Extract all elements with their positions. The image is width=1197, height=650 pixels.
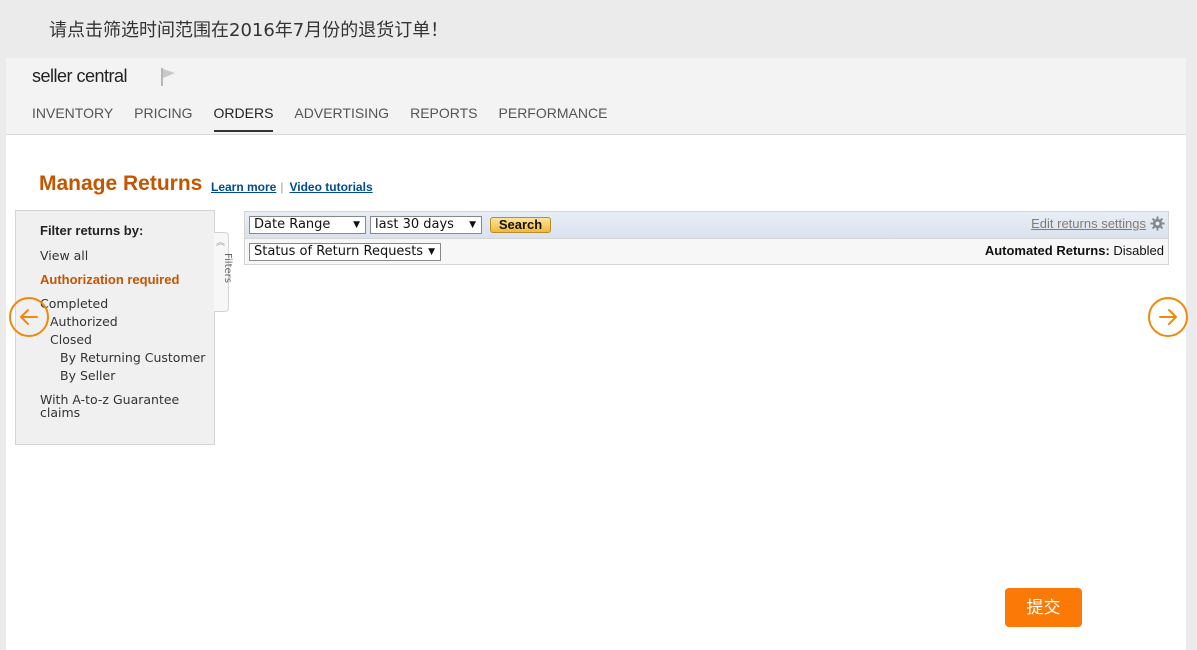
nav-performance[interactable]: PERFORMANCE — [499, 105, 608, 132]
sidebar-header: Filter returns by: — [40, 223, 144, 238]
filters-toggle-tab[interactable]: ︽ Filters — [214, 232, 233, 312]
seller-central-logo: seller central — [32, 66, 128, 86]
date-range-value: Date Range — [254, 217, 331, 232]
filter-row-date: Date Range ▼ last 30 days ▼ Search Edit … — [245, 212, 1168, 239]
learn-more-link[interactable]: Learn more — [211, 180, 276, 194]
chevron-double-up-icon: ︽ — [216, 238, 226, 248]
filter-by-seller[interactable]: By Seller — [60, 368, 115, 383]
nav-orders[interactable]: ORDERS — [213, 105, 274, 132]
arrow-left-icon — [20, 309, 38, 325]
dropdown-arrow-icon: ▼ — [353, 220, 360, 230]
return-status-select[interactable]: Status of Return Requests ▼ — [249, 243, 441, 261]
filter-closed[interactable]: Closed — [50, 332, 92, 347]
automated-returns-status: Automated Returns: Disabled — [985, 243, 1164, 258]
filter-view-all[interactable]: View all — [40, 248, 88, 263]
return-status-value: Status of Return Requests — [254, 244, 424, 259]
gear-icon[interactable] — [1150, 216, 1165, 231]
filter-atoz-line2: claims — [40, 405, 81, 420]
filters-tab-label: Filters — [222, 253, 233, 283]
search-button[interactable]: Search — [490, 217, 551, 233]
arrow-right-icon — [1159, 309, 1177, 325]
filter-atoz-claims[interactable]: With A-to-z Guarantee claims — [40, 392, 179, 420]
date-range-select[interactable]: Date Range ▼ — [249, 216, 366, 234]
filter-authorized[interactable]: Authorized — [50, 314, 118, 329]
filter-panel: Date Range ▼ last 30 days ▼ Search Edit … — [244, 211, 1169, 265]
nav-advertising[interactable]: ADVERTISING — [294, 105, 389, 132]
top-bar: seller central INVENTORY PRICING ORDERS … — [6, 58, 1186, 135]
page-title: Manage Returns — [39, 172, 203, 195]
video-tutorials-link[interactable]: Video tutorials — [289, 180, 372, 194]
period-value: last 30 days — [375, 217, 454, 232]
filter-completed[interactable]: Completed — [40, 296, 108, 311]
next-arrow-button[interactable] — [1148, 297, 1188, 337]
edit-returns-settings-link[interactable]: Edit returns settings — [1031, 216, 1146, 231]
automated-returns-label: Automated Returns: — [984, 243, 1110, 258]
main-nav: INVENTORY PRICING ORDERS ADVERTISING REP… — [32, 105, 628, 132]
flag-icon[interactable] — [159, 67, 177, 87]
link-separator: | — [280, 180, 284, 194]
filter-authorization-required[interactable]: Authorization required — [40, 272, 179, 287]
submit-button[interactable]: 提交 — [1005, 588, 1082, 627]
title-links: Learn more | Video tutorials — [211, 180, 373, 194]
task-instruction: 请点击筛选时间范围在2016年7月份的退货订单！ — [49, 20, 449, 41]
filter-by-returning-customer[interactable]: By Returning Customer — [60, 350, 205, 365]
nav-pricing[interactable]: PRICING — [134, 105, 192, 132]
dropdown-arrow-icon: ▼ — [469, 220, 476, 230]
nav-reports[interactable]: REPORTS — [410, 105, 477, 132]
automated-returns-value: Disabled — [1113, 243, 1164, 258]
seller-central-frame: seller central INVENTORY PRICING ORDERS … — [6, 58, 1186, 650]
period-select[interactable]: last 30 days ▼ — [370, 216, 482, 234]
nav-inventory[interactable]: INVENTORY — [32, 105, 113, 132]
dropdown-arrow-icon: ▼ — [428, 247, 435, 257]
previous-arrow-button[interactable] — [9, 297, 49, 337]
